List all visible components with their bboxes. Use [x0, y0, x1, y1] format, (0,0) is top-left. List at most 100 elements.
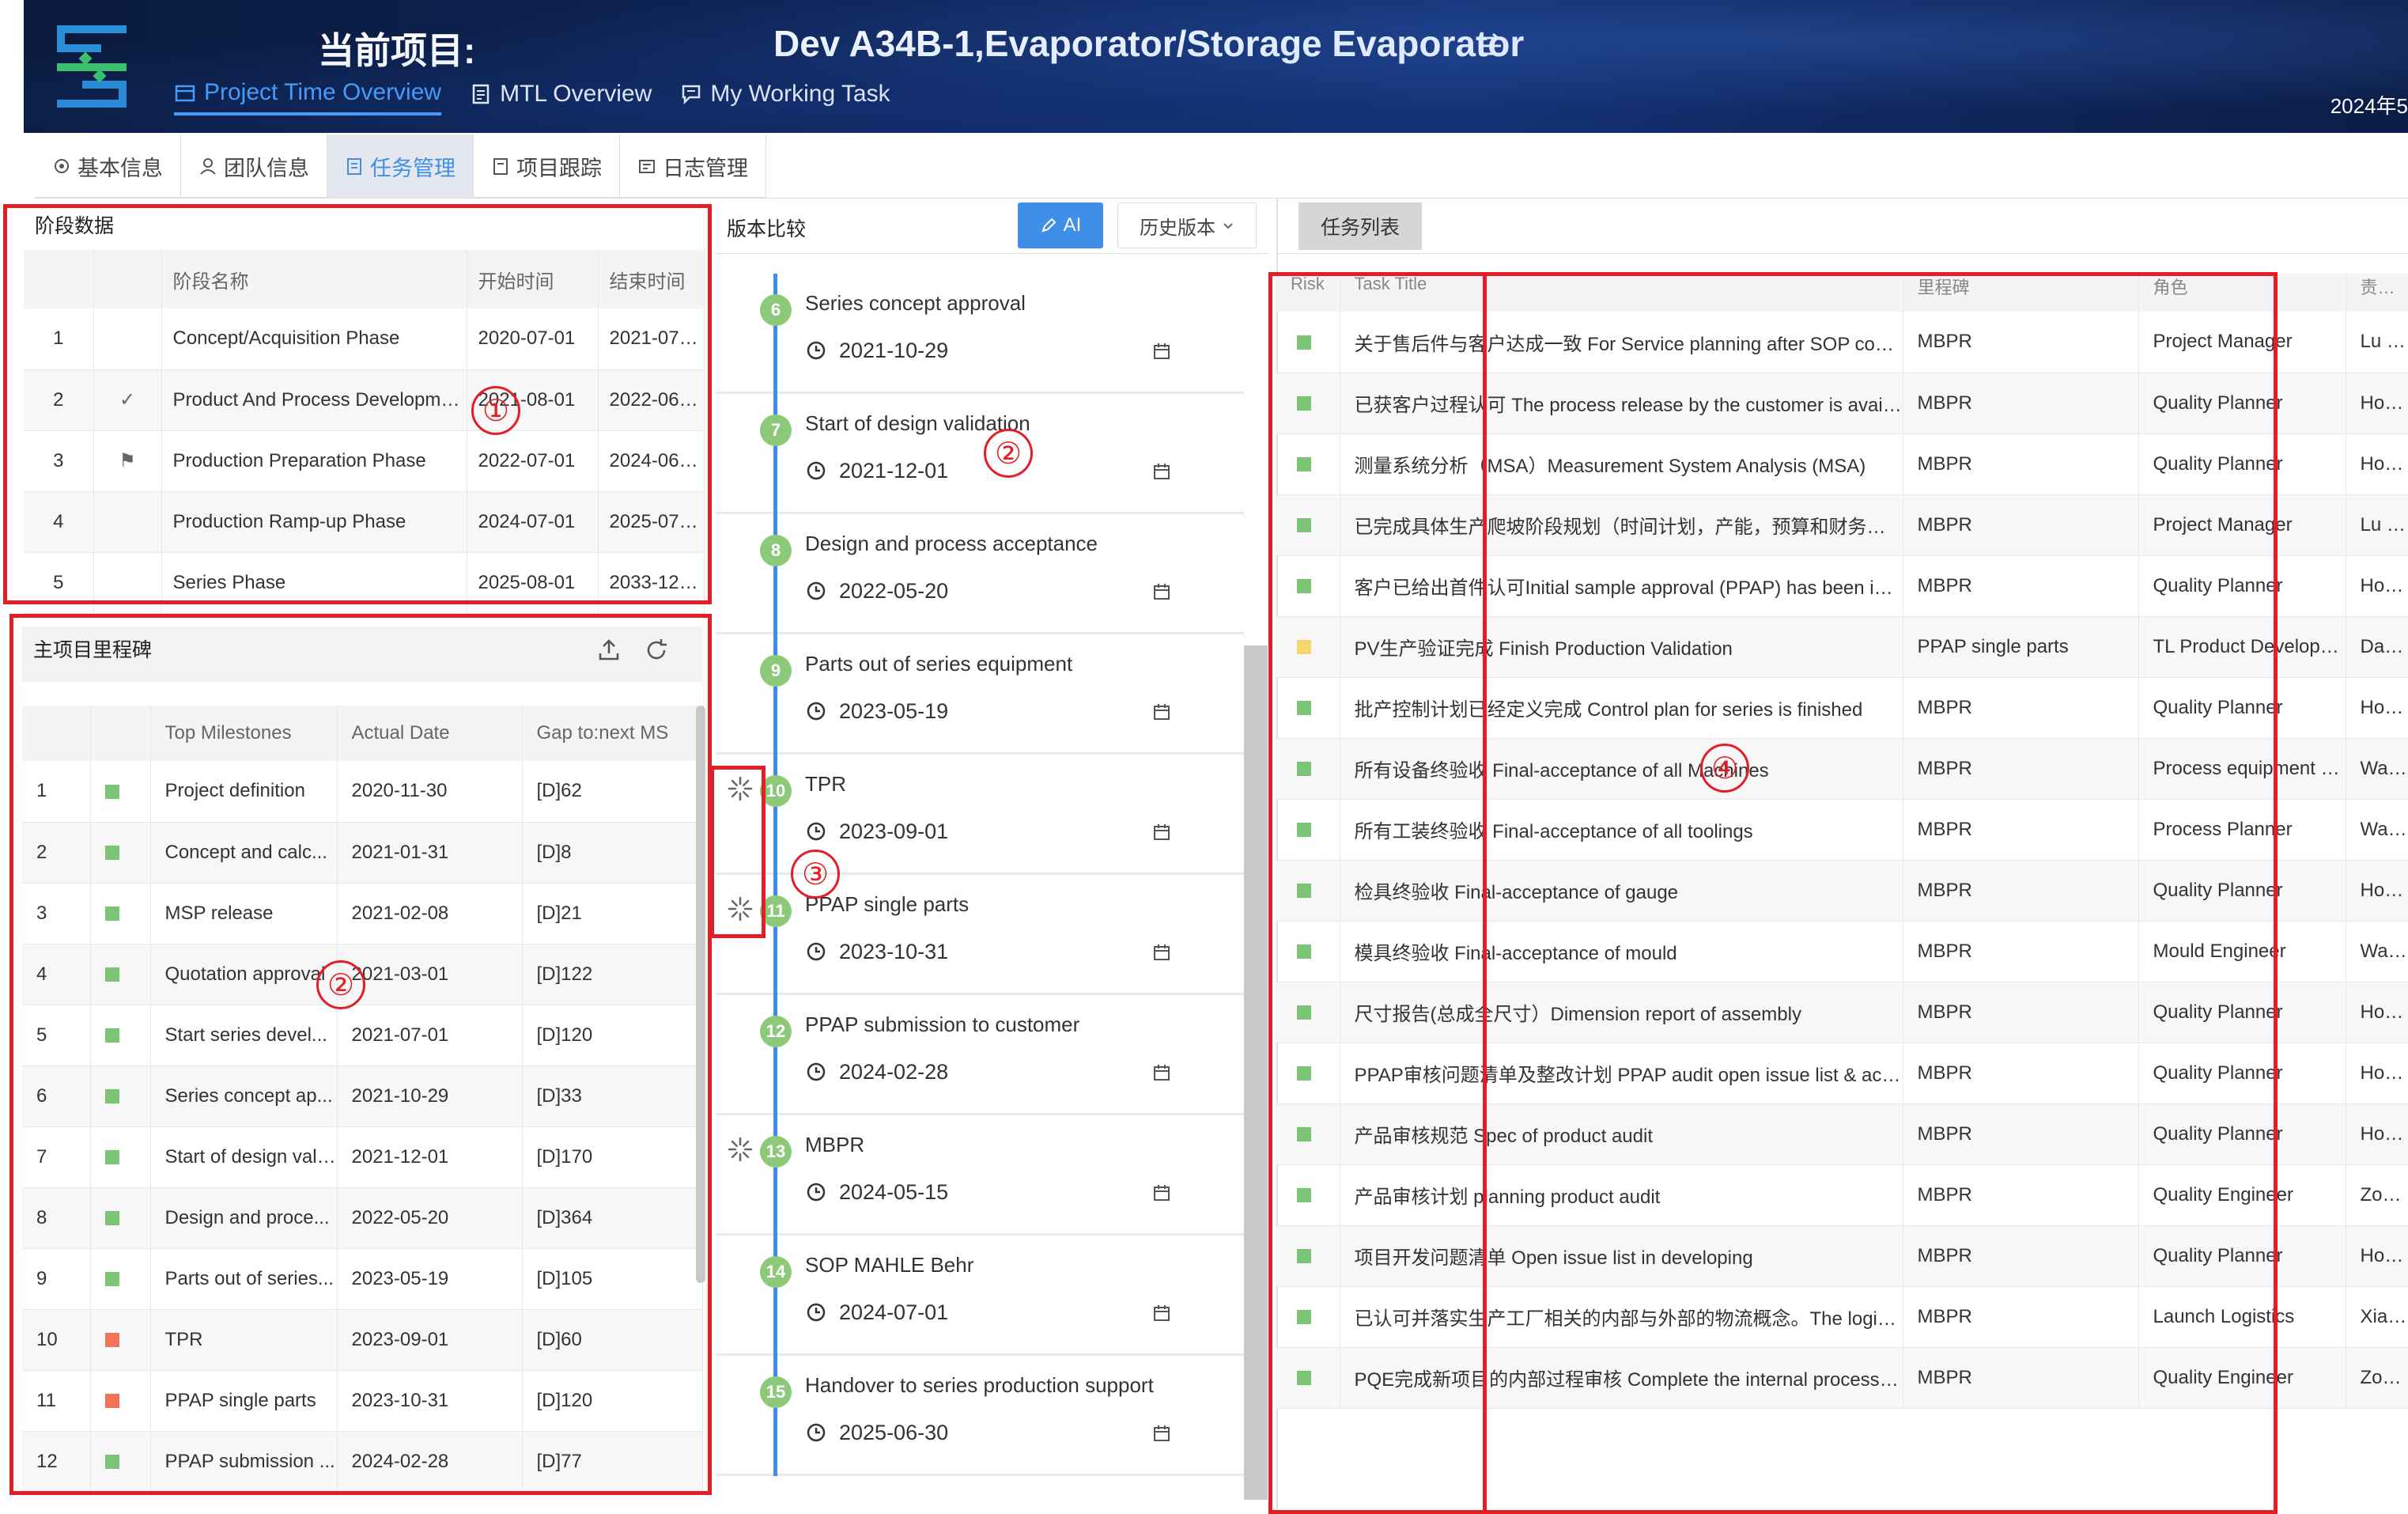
calendar-icon[interactable]	[1152, 582, 1171, 601]
clock-icon	[807, 1423, 826, 1442]
calendar-icon[interactable]	[1152, 702, 1171, 721]
milestone-number-badge: 9	[760, 655, 792, 687]
task-owner: Hou zh	[2346, 373, 2408, 434]
task-owner: Dai Jie	[2346, 616, 2408, 678]
timeline-line	[773, 1236, 777, 1356]
milestone-title: SOP MAHLE Behr	[805, 1253, 974, 1277]
annotation-marker: ③	[791, 850, 840, 899]
timeline-item[interactable]: 11 PPAP single parts 2023-10-31	[716, 875, 1244, 995]
subtab-project-tracking[interactable]: 项目跟踪	[474, 134, 620, 198]
ai-button[interactable]: AI	[1018, 202, 1103, 248]
timeline-line	[773, 755, 777, 875]
milestone-number-badge: 8	[760, 535, 792, 566]
annotation-marker: ②	[316, 960, 365, 1009]
calendar-icon[interactable]	[1152, 823, 1171, 842]
header-date: 2024年5	[2330, 94, 2408, 118]
clock-icon	[807, 461, 826, 480]
clock-icon	[807, 702, 826, 721]
calendar-icon[interactable]	[1152, 1304, 1171, 1323]
header-tabs: Project Time Overview MTL Overview My Wo…	[174, 79, 890, 115]
milestone-date: 2023-05-19	[839, 699, 949, 723]
task-icon	[347, 158, 361, 175]
annotation-box	[9, 614, 712, 1495]
milestone-date: 2023-09-01	[839, 819, 949, 843]
subtab-log-management[interactable]: 日志管理	[620, 134, 766, 198]
calendar-icon[interactable]	[1152, 1183, 1171, 1202]
timeline-item[interactable]: 7 Start of design validation 2021-12-01	[716, 394, 1244, 514]
ai-label: AI	[1063, 214, 1082, 236]
milestone-title: TPR	[805, 772, 846, 796]
tab-my-working-task[interactable]: My Working Task	[680, 79, 890, 115]
timeline-line	[773, 1356, 777, 1476]
timeline-line	[773, 634, 777, 755]
project-name: Dev A34B-1,Evaporator/Storage Evaporator	[773, 23, 1525, 64]
calendar-icon[interactable]	[1152, 1424, 1171, 1443]
timeline-item[interactable]: 12 PPAP submission to customer 2024-02-28	[716, 995, 1244, 1115]
calendar-icon[interactable]	[1152, 342, 1171, 361]
history-version-dropdown[interactable]: 历史版本	[1117, 202, 1257, 248]
milestone-number-badge: 15	[760, 1376, 792, 1408]
milestone-date: 2021-12-01	[839, 459, 949, 483]
subtab-task-management[interactable]: 任务管理	[327, 134, 474, 198]
calendar-icon[interactable]	[1152, 1063, 1171, 1082]
milestone-date: 2022-05-20	[839, 579, 949, 603]
task-owner: Hou zh	[2346, 555, 2408, 617]
timeline-item[interactable]: 10 TPR 2023-09-01	[716, 755, 1244, 875]
task-owner: Wang H	[2346, 799, 2408, 861]
task-owner: Wang H	[2346, 738, 2408, 800]
calendar-icon[interactable]	[1152, 462, 1171, 481]
panel-title: 版本比较	[727, 218, 807, 240]
milestone-title: MBPR	[805, 1133, 865, 1156]
chevron-down-icon	[1223, 223, 1233, 229]
history-label: 历史版本	[1140, 217, 1215, 239]
milestone-title: Handover to series production support	[805, 1373, 1154, 1397]
clock-icon	[807, 942, 826, 961]
milestone-date: 2024-05-15	[839, 1180, 949, 1204]
column-header: 责任人	[2346, 274, 2408, 312]
subtab-basic-info[interactable]: 基本信息	[35, 134, 181, 198]
task-owner: Wang H	[2346, 921, 2408, 982]
task-owner: Hou zh	[2346, 677, 2408, 739]
timeline-item[interactable]: 14 SOP MAHLE Behr 2024-07-01	[716, 1236, 1244, 1356]
sub-tabs: 基本信息 团队信息 任务管理 项目跟踪 日志管理	[35, 134, 766, 198]
task-owner: Lu Hon	[2346, 494, 2408, 556]
milestone-date: 2024-07-01	[839, 1300, 949, 1324]
tab-task-list[interactable]: 任务列表	[1299, 202, 1422, 250]
subtab-label: 项目跟踪	[516, 156, 602, 180]
timeline-line	[773, 1115, 777, 1236]
tab-label: MTL Overview	[500, 81, 652, 107]
timeline-item[interactable]: 9 Parts out of series equipment 2023-05-19	[716, 634, 1244, 755]
calendar-icon[interactable]	[1152, 943, 1171, 962]
task-owner: Hou zh	[2346, 982, 2408, 1043]
milestone-title: Parts out of series equipment	[805, 652, 1073, 676]
timeline-line	[773, 274, 777, 394]
timeline-item[interactable]: 6 Series concept approval 2021-10-29	[716, 274, 1244, 394]
milestone-title: Series concept approval	[805, 291, 1026, 315]
subtab-label: 基本信息	[77, 156, 163, 180]
milestone-title: PPAP single parts	[805, 892, 970, 916]
message-icon	[682, 85, 701, 105]
subtab-team-info[interactable]: 团队信息	[181, 134, 327, 198]
scrollbar[interactable]	[1244, 645, 1268, 1500]
clock-icon	[807, 1062, 826, 1081]
current-project-label: 当前项目:	[318, 30, 476, 71]
annotation-box	[710, 766, 765, 938]
clock-icon	[807, 581, 826, 600]
switch-project-icon[interactable]	[1477, 32, 1506, 60]
subtab-label: 团队信息	[224, 156, 309, 180]
timeline-item[interactable]: 8 Design and process acceptance 2022-05-20	[716, 514, 1244, 634]
pen-icon	[1041, 218, 1057, 233]
milestone-number-badge: 7	[760, 414, 792, 446]
calendar-icon	[175, 85, 195, 102]
timeline-item[interactable]: 15 Handover to series production support 2…	[716, 1356, 1244, 1476]
document-icon	[472, 84, 490, 104]
timeline-line	[773, 875, 777, 995]
milestone-number-badge: 6	[760, 294, 792, 326]
tab-mtl-overview[interactable]: MTL Overview	[470, 79, 652, 115]
task-owner: Hou zh	[2346, 1225, 2408, 1287]
tab-project-time-overview[interactable]: Project Time Overview	[174, 79, 442, 115]
info-icon	[55, 159, 69, 173]
timeline-item[interactable]: 13 MBPR 2024-05-15	[716, 1115, 1244, 1236]
annotation-marker: ④	[1700, 744, 1749, 793]
annotation-marker: ①	[471, 386, 520, 435]
